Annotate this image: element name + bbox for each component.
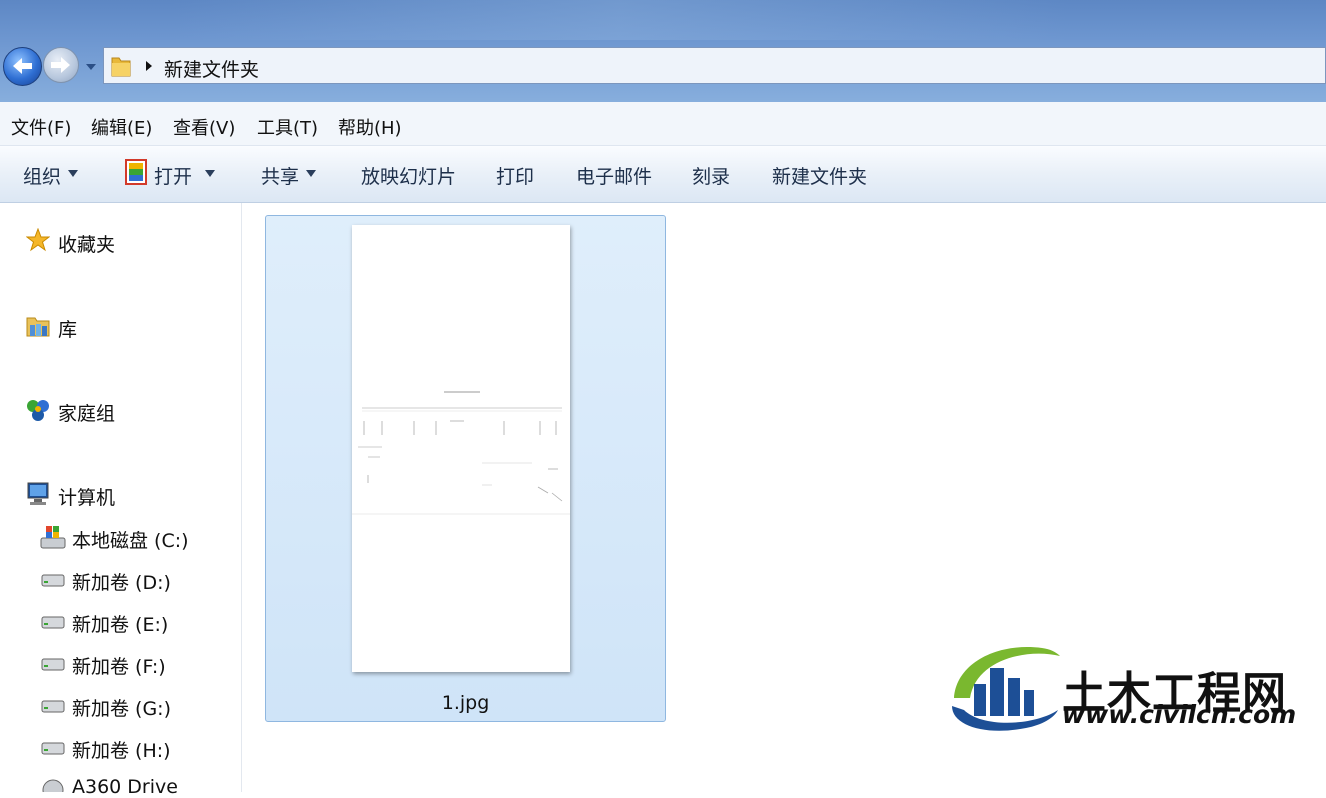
a360-drive-icon [42, 779, 64, 792]
burn-button[interactable]: 刻录 [692, 162, 730, 189]
photo-viewer-icon [125, 159, 147, 185]
nav-homegroup[interactable]: 家庭组 [58, 399, 115, 426]
breadcrumb-chevron-icon[interactable] [144, 60, 154, 72]
organize-button[interactable]: 组织 [23, 162, 61, 189]
computer-icon [27, 482, 49, 505]
star-icon [26, 228, 50, 252]
nav-libraries[interactable]: 库 [58, 315, 77, 342]
watermark-url: www.civilcn.com [1062, 700, 1297, 729]
menu-bar: 文件(F) 编辑(E) 查看(V) 工具(T) 帮助(H) [0, 102, 1326, 146]
email-button[interactable]: 电子邮件 [576, 162, 652, 189]
civilcn-logo-icon [952, 647, 1060, 731]
drive-d-disk-icon [41, 574, 65, 587]
title-bar-glass [170, 0, 1070, 40]
document-preview-graphic [352, 391, 570, 515]
drive-h-disk-icon [41, 742, 65, 755]
drive-e-disk-icon [41, 616, 65, 629]
open-dropdown-arrow-icon[interactable] [205, 170, 215, 177]
nav-favorites[interactable]: 收藏夹 [58, 230, 115, 257]
local-disk-windows-icon [40, 526, 66, 549]
menu-view[interactable]: 查看(V) [173, 114, 235, 140]
drive-g-disk-icon [41, 700, 65, 713]
command-toolbar: 组织 打开 共享 放映幻灯片 打印 电子邮件 刻录 新建文件夹 [0, 146, 1326, 203]
forward-button[interactable] [43, 47, 79, 83]
slideshow-button[interactable]: 放映幻灯片 [361, 162, 456, 189]
share-button[interactable]: 共享 [261, 162, 299, 189]
homegroup-icon [27, 400, 49, 421]
arrow-right-icon [51, 57, 70, 73]
folder-icon [111, 57, 131, 77]
address-bar[interactable]: 新建文件夹 [103, 47, 1326, 84]
breadcrumb-new-folder[interactable]: 新建文件夹 [164, 55, 259, 82]
share-dropdown-arrow-icon[interactable] [306, 170, 316, 177]
nav-computer[interactable]: 计算机 [58, 483, 115, 510]
menu-file[interactable]: 文件(F) [11, 114, 71, 140]
menu-help[interactable]: 帮助(H) [338, 114, 402, 140]
back-button[interactable] [3, 47, 42, 86]
image-thumbnail[interactable] [352, 225, 570, 672]
library-icon [26, 317, 50, 337]
arrow-left-icon [13, 58, 32, 74]
new-folder-button[interactable]: 新建文件夹 [772, 162, 867, 189]
menu-tools[interactable]: 工具(T) [257, 114, 318, 140]
print-button[interactable]: 打印 [496, 162, 534, 189]
nav-drive-f[interactable]: 新加卷 (F:) [72, 652, 166, 679]
nav-drive-c[interactable]: 本地磁盘 (C:) [72, 526, 189, 553]
organize-dropdown-arrow-icon[interactable] [68, 170, 78, 177]
recent-pages-chevron-down-icon[interactable] [84, 60, 98, 74]
nav-drive-e[interactable]: 新加卷 (E:) [72, 610, 168, 637]
file-name-label[interactable]: 1.jpg [265, 692, 666, 714]
open-button[interactable]: 打开 [154, 162, 192, 189]
nav-drive-h[interactable]: 新加卷 (H:) [72, 736, 171, 763]
menu-edit[interactable]: 编辑(E) [91, 114, 152, 140]
nav-drive-d[interactable]: 新加卷 (D:) [72, 568, 171, 595]
nav-a360-drive[interactable]: A360 Drive [72, 776, 178, 798]
drive-f-disk-icon [41, 658, 65, 671]
nav-drive-g[interactable]: 新加卷 (G:) [72, 694, 171, 721]
